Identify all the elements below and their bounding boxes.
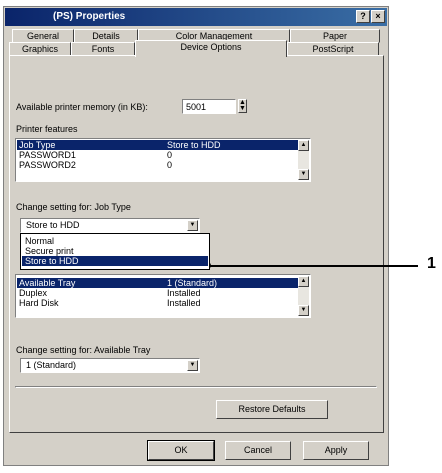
memory-label: Available printer memory (in KB): xyxy=(16,102,148,112)
job-type-dropdown[interactable]: Normal Secure print Store to HDD xyxy=(20,233,210,270)
scroll-up-icon[interactable]: ▲ xyxy=(298,276,309,287)
job-type-selected: Store to HDD xyxy=(26,220,80,230)
scroll-down-icon[interactable]: ▼ xyxy=(298,305,309,316)
restore-defaults-button[interactable]: Restore Defaults xyxy=(216,400,328,419)
features-list-top[interactable]: Job Type Store to HDD PASSWORD1 0 PASSWO… xyxy=(15,138,311,182)
option-store-to-hdd[interactable]: Store to HDD xyxy=(22,256,208,266)
available-tray-select[interactable]: 1 (Standard) ▼ xyxy=(20,358,200,373)
feature-row-password2[interactable]: PASSWORD2 0 xyxy=(17,160,298,170)
scroll-up-icon[interactable]: ▲ xyxy=(298,140,309,151)
ok-button[interactable]: OK xyxy=(147,440,215,461)
tab-graphics[interactable]: Graphics xyxy=(9,42,71,56)
change-job-label: Change setting for: Job Type xyxy=(16,202,131,212)
feature-row-job-type[interactable]: Job Type Store to HDD xyxy=(17,140,298,150)
tab-general[interactable]: General xyxy=(12,29,74,43)
tab-device-options[interactable]: Device Options xyxy=(135,40,287,57)
divider xyxy=(15,386,377,388)
device-options-panel: Available printer memory (in KB): 5001 ▲… xyxy=(9,55,384,433)
window-title: (PS) Properties xyxy=(53,11,126,22)
spin-down-icon[interactable]: ▼ xyxy=(239,105,246,112)
tab-paper[interactable]: Paper xyxy=(290,29,380,43)
feature-row-hard-disk[interactable]: Hard Disk Installed xyxy=(17,298,298,308)
tab-fonts[interactable]: Fonts xyxy=(71,42,135,56)
memory-input[interactable]: 5001 xyxy=(182,99,236,114)
properties-dialog: (PS) Properties ? × General Details Colo… xyxy=(3,6,389,466)
features-scrollbar-bottom[interactable]: ▲ ▼ xyxy=(298,276,309,316)
available-tray-selected: 1 (Standard) xyxy=(26,360,77,370)
job-type-select[interactable]: Store to HDD ▼ xyxy=(20,218,200,233)
chevron-down-icon[interactable]: ▼ xyxy=(187,360,198,371)
features-list-bottom[interactable]: Available Tray 1 (Standard) Duplex Insta… xyxy=(15,274,311,318)
chevron-down-icon[interactable]: ▼ xyxy=(187,220,198,231)
feature-row-available-tray[interactable]: Available Tray 1 (Standard) xyxy=(17,278,298,288)
apply-button[interactable]: Apply xyxy=(303,441,369,460)
scroll-down-icon[interactable]: ▼ xyxy=(298,169,309,180)
memory-spinner[interactable]: ▲ ▼ xyxy=(238,99,247,113)
title-bar[interactable]: (PS) Properties ? × xyxy=(5,8,387,26)
features-scrollbar-top[interactable]: ▲ ▼ xyxy=(298,140,309,180)
callout-number: 1 xyxy=(427,255,436,272)
change-tray-label: Change setting for: Available Tray xyxy=(16,345,151,355)
tab-postscript[interactable]: PostScript xyxy=(287,42,379,56)
feature-row-password1[interactable]: PASSWORD1 0 xyxy=(17,150,298,160)
feature-row-duplex[interactable]: Duplex Installed xyxy=(17,288,298,298)
cancel-button[interactable]: Cancel xyxy=(225,441,291,460)
close-button[interactable]: × xyxy=(371,10,385,23)
option-secure-print[interactable]: Secure print xyxy=(22,246,208,256)
tab-details[interactable]: Details xyxy=(74,29,138,43)
printer-features-label: Printer features xyxy=(16,124,78,134)
help-button[interactable]: ? xyxy=(356,10,370,23)
option-normal[interactable]: Normal xyxy=(22,236,208,246)
callout-line xyxy=(208,265,418,267)
